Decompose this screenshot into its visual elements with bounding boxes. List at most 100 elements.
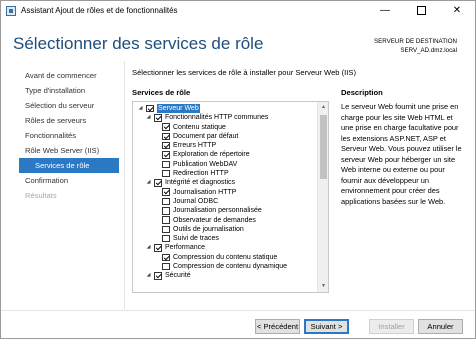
tree-node[interactable]: Observateur de demandes <box>133 216 317 225</box>
role-services-header: Services de rôle <box>132 88 191 97</box>
tree-node[interactable]: Publication WebDAV <box>133 160 317 169</box>
nav-step-2[interactable]: Sélection du serveur <box>19 98 119 113</box>
checkbox[interactable] <box>162 141 170 150</box>
tree-node-label[interactable]: Serveur Web <box>157 104 200 114</box>
tree-node-label[interactable]: Observateur de demandes <box>173 216 256 225</box>
cancel-button[interactable]: Annuler <box>418 319 463 334</box>
tree-node-label[interactable]: Erreurs HTTP <box>173 141 216 150</box>
tree-node-label[interactable]: Exploration de répertoire <box>173 150 250 159</box>
tree-node-label[interactable]: Journal ODBC <box>173 197 218 206</box>
tree-node[interactable]: ◢ Fonctionnalités HTTP communes <box>133 113 317 122</box>
page-title: Sélectionner des services de rôle <box>13 34 264 53</box>
tree-node[interactable]: Journalisation personnalisée <box>133 206 317 215</box>
tree-node[interactable]: Erreurs HTTP <box>133 141 317 150</box>
nav-step-5[interactable]: Rôle Web Server (IIS) <box>19 143 119 158</box>
checkbox[interactable] <box>154 179 162 187</box>
checkbox[interactable] <box>162 132 170 141</box>
tree-node[interactable]: Redirection HTTP <box>133 169 317 178</box>
nav-step-8: Résultats <box>25 191 57 200</box>
tree-node[interactable]: Compression du contenu statique <box>133 253 317 262</box>
wizard-window: Assistant Ajout de rôles et de fonctionn… <box>0 0 476 339</box>
tree-node-label[interactable]: Document par défaut <box>173 132 238 141</box>
tree-scrollbar[interactable]: ▲ ▼ <box>317 102 328 292</box>
tree-node-label[interactable]: Journalisation HTTP <box>173 188 236 197</box>
tree-node-label[interactable]: Outils de journalisation <box>173 225 244 234</box>
checkbox[interactable] <box>162 188 170 196</box>
nav-step-1[interactable]: Type d'installation <box>19 83 119 98</box>
checkbox[interactable] <box>162 216 170 224</box>
checkbox[interactable] <box>162 207 170 215</box>
collapse-arrow-icon[interactable]: ◢ <box>145 179 152 186</box>
collapse-arrow-icon[interactable]: ◢ <box>145 244 152 251</box>
tree-node[interactable]: Contenu statique <box>133 123 317 132</box>
tree-node-label[interactable]: Fonctionnalités HTTP communes <box>165 113 268 122</box>
checkbox[interactable] <box>162 253 170 262</box>
tree-node-label[interactable]: Contenu statique <box>173 123 226 132</box>
nav-divider <box>124 61 125 309</box>
role-services-tree[interactable]: ◢ Serveur Web ◢ Fonctionnalités HTTP commun… <box>132 101 329 293</box>
checkbox[interactable] <box>154 244 162 252</box>
checkbox[interactable] <box>162 151 170 159</box>
maximize-button[interactable] <box>403 1 439 21</box>
minimize-button[interactable]: — <box>367 1 403 21</box>
tree-node-label[interactable]: Publication WebDAV <box>173 160 237 169</box>
destination-server-info: SERVEUR DE DESTINATION SERV_AD.dmz.local <box>374 37 457 55</box>
checkbox[interactable] <box>162 160 170 169</box>
tree-node[interactable]: Journal ODBC <box>133 197 317 206</box>
tree-node-label[interactable]: Intégrité et diagnostics <box>165 178 235 187</box>
tree-node-label[interactable]: Sécurité <box>165 271 191 280</box>
instruction-text: Sélectionner les services de rôle à inst… <box>132 68 356 77</box>
tree-node-label[interactable]: Performance <box>165 243 205 252</box>
nav-step-6[interactable]: Services de rôle <box>19 158 119 173</box>
tree-node[interactable]: ◢ Performance <box>133 243 317 252</box>
next-button[interactable]: Suivant > <box>304 319 349 334</box>
tree-node[interactable]: Document par défaut <box>133 132 317 141</box>
tree-node[interactable]: Compression de contenu dynamique <box>133 262 317 271</box>
collapse-arrow-icon[interactable]: ◢ <box>145 114 152 121</box>
tree-node[interactable]: Journalisation HTTP <box>133 188 317 197</box>
tree-node[interactable]: ◢ Serveur Web <box>133 104 317 114</box>
tree-node[interactable]: Outils de journalisation <box>133 225 317 234</box>
tree-node-label[interactable]: Redirection HTTP <box>173 169 229 178</box>
checkbox[interactable] <box>154 272 162 280</box>
checkbox[interactable] <box>154 114 162 122</box>
previous-button[interactable]: < Précédent <box>255 319 300 334</box>
scroll-down-arrow-icon[interactable]: ▼ <box>318 281 328 292</box>
footer-divider <box>1 310 475 311</box>
collapse-arrow-icon[interactable]: ◢ <box>137 105 144 112</box>
checkbox[interactable] <box>146 104 154 113</box>
install-button[interactable]: Installer <box>369 319 414 334</box>
checkbox[interactable] <box>162 262 170 271</box>
wizard-steps-nav: Avant de commencer Type d'installation Sél… <box>19 68 119 203</box>
checkbox[interactable] <box>162 123 170 131</box>
tree-node-label[interactable]: Journalisation personnalisée <box>173 206 262 215</box>
tree-items: ◢ Serveur Web ◢ Fonctionnalités HTTP commun… <box>133 104 317 281</box>
description-text: Le serveur Web fournit une prise en char… <box>341 102 462 206</box>
collapse-arrow-icon[interactable]: ◢ <box>145 272 152 279</box>
tree-node-label[interactable]: Suivi de traces <box>173 234 219 243</box>
scrollbar-thumb[interactable] <box>320 115 327 179</box>
window-title: Assistant Ajout de rôles et de fonctionn… <box>21 6 178 15</box>
scroll-up-arrow-icon[interactable]: ▲ <box>318 102 328 113</box>
tree-node-label[interactable]: Compression du contenu statique <box>173 253 277 262</box>
description-header: Description <box>341 88 383 97</box>
checkbox[interactable] <box>162 225 170 234</box>
tree-node[interactable]: ◢ Sécurité <box>133 271 317 280</box>
maximize-icon <box>416 5 426 15</box>
nav-step-7[interactable]: Confirmation <box>19 173 119 188</box>
nav-step-4[interactable]: Fonctionnalités <box>19 128 119 143</box>
tree-node[interactable]: Exploration de répertoire <box>133 150 317 159</box>
tree-node-label[interactable]: Compression de contenu dynamique <box>173 262 287 271</box>
tree-node[interactable]: Suivi de traces <box>133 234 317 243</box>
nav-step-0[interactable]: Avant de commencer <box>19 68 119 83</box>
close-button[interactable]: ✕ <box>439 1 475 21</box>
server-manager-icon <box>6 6 16 16</box>
checkbox[interactable] <box>162 197 170 206</box>
destination-server: SERV_AD.dmz.local <box>400 47 457 54</box>
checkbox[interactable] <box>162 169 170 178</box>
nav-step-3[interactable]: Rôles de serveurs <box>19 113 119 128</box>
destination-label: SERVEUR DE DESTINATION <box>374 38 457 45</box>
title-bar: Assistant Ajout de rôles et de fonctionn… <box>1 1 475 21</box>
tree-node[interactable]: ◢ Intégrité et diagnostics <box>133 178 317 187</box>
checkbox[interactable] <box>162 234 170 243</box>
